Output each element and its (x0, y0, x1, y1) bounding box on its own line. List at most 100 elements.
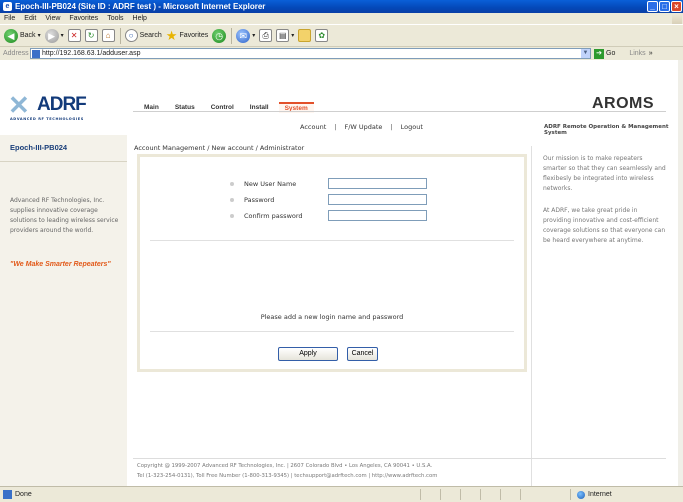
menu-edit[interactable]: Edit (24, 15, 36, 22)
mission-text: Our mission is to make repeaters smarter… (543, 155, 666, 192)
star-icon: ★ (165, 27, 178, 43)
logo-brand: ADRF (37, 94, 87, 115)
favorites-button[interactable]: ★ Favorites (166, 28, 208, 44)
username-input[interactable] (328, 178, 427, 189)
close-button[interactable]: × (671, 1, 682, 12)
forward-button[interactable]: ▶ ▾ (44, 28, 64, 43)
mail-button[interactable]: ✉ ▾ (236, 28, 256, 43)
edit-icon: ▤ (276, 29, 290, 42)
divider (150, 331, 514, 332)
menu-file[interactable]: File (4, 15, 15, 22)
aroms-subtitle: ADRF Remote Operation & Management Syste… (544, 124, 669, 136)
forward-arrow-icon: ▶ (44, 28, 59, 43)
mail-icon: ✉ (236, 28, 251, 43)
username-label: New User Name (244, 179, 297, 188)
printer-icon: ⎙ (259, 29, 273, 42)
back-arrow-icon: ◀ (4, 28, 18, 43)
bullet-icon (230, 213, 234, 218)
new-account-form: New User Name Password Confirm password … (137, 154, 527, 372)
chevron-right-icon[interactable]: » (649, 50, 653, 57)
apply-button[interactable]: Apply (278, 347, 338, 361)
minimize-button[interactable]: _ (647, 1, 658, 12)
aroms-title: AROMS (592, 95, 655, 112)
edit-button[interactable]: ▤ ▾ (276, 29, 294, 42)
back-button[interactable]: ◀ Back ▾ (4, 28, 41, 43)
chevron-down-icon[interactable]: ▼ (581, 49, 590, 58)
divider (150, 240, 514, 241)
address-input[interactable]: http://192.168.63.1/adduser.asp ▼ (30, 48, 591, 59)
messenger-icon: ✿ (315, 29, 329, 42)
security-zone: Internet (570, 489, 612, 500)
address-bar: Address http://192.168.63.1/adduser.asp … (0, 46, 683, 60)
left-panel: Epoch-III-PB024 Advanced RF Technologies… (0, 135, 127, 486)
go-arrow-icon[interactable]: ➔ (594, 48, 604, 59)
history-button[interactable]: ◷ (212, 28, 227, 43)
footer-copyright: Copyright @ 1999-2007 Advanced RF Techno… (137, 463, 433, 469)
history-icon: ◷ (212, 28, 227, 43)
go-button[interactable]: Go (606, 50, 615, 57)
form-row-confirm: Confirm password (230, 210, 427, 221)
browser-toolbar: ◀ Back ▾ ▶ ▾ ✕ ↻ ⌂ ○ Search ★ Favorites … (0, 24, 683, 46)
status-bar: Done Internet (0, 486, 683, 502)
company-slogan: "We Make Smarter Repeaters" (10, 261, 111, 268)
print-button[interactable]: ⎙ (259, 29, 273, 42)
breadcrumb: Account Management / New account / Admin… (134, 144, 305, 152)
confirm-password-label: Confirm password (244, 211, 303, 220)
subnav-fw-update[interactable]: F/W Update (344, 123, 382, 131)
chevron-down-icon: ▾ (37, 33, 41, 39)
subnav-logout[interactable]: Logout (401, 123, 423, 131)
maximize-button[interactable]: □ (659, 1, 670, 12)
refresh-icon: ↻ (84, 29, 98, 42)
address-label: Address (3, 50, 29, 57)
stop-icon: ✕ (67, 29, 81, 42)
menu-help[interactable]: Help (133, 15, 147, 22)
right-column: Our mission is to make repeaters smarter… (531, 146, 666, 486)
subnav-account[interactable]: Account (300, 123, 326, 131)
footer-contact: Tel (1-323-254-0131), Toll Free Number (… (137, 473, 438, 479)
stop-button[interactable]: ✕ (67, 29, 81, 42)
page-done-icon (3, 490, 12, 499)
windows-logo-icon (672, 13, 682, 24)
window-title: Epoch-III-PB024 (Site ID : ADRF test ) -… (15, 2, 266, 11)
site-name: Epoch-III-PB024 (10, 143, 68, 152)
folder-button[interactable] (298, 29, 312, 42)
menu-bar: File Edit View Favorites Tools Help (0, 13, 683, 24)
home-button[interactable]: ⌂ (101, 29, 115, 42)
home-icon: ⌂ (101, 29, 115, 42)
status-text: Done (15, 491, 32, 498)
form-row-password: Password (230, 194, 427, 205)
menu-tools[interactable]: Tools (107, 15, 123, 22)
cancel-button[interactable]: Cancel (347, 347, 378, 361)
zone-text: Internet (588, 491, 612, 498)
bullet-icon (230, 197, 234, 202)
refresh-button[interactable]: ↻ (84, 29, 98, 42)
address-url: http://192.168.63.1/adduser.asp (42, 50, 141, 57)
ie-icon: e (3, 2, 12, 11)
chevron-down-icon: ▾ (291, 33, 295, 39)
page-content: ✕ ADRF ADVANCED RF TECHNOLOGIES Main Sta… (0, 60, 678, 486)
menu-favorites[interactable]: Favorites (69, 15, 98, 22)
chevron-down-icon: ▾ (252, 33, 256, 39)
logo-tagline: ADVANCED RF TECHNOLOGIES (10, 117, 84, 121)
form-row-username: New User Name (230, 178, 427, 189)
globe-icon (577, 490, 585, 499)
links-button[interactable]: Links (629, 50, 645, 57)
search-button[interactable]: ○ Search (124, 29, 162, 42)
vertical-scrollbar[interactable] (678, 60, 683, 486)
messenger-button[interactable]: ✿ (315, 29, 329, 42)
folder-icon (298, 29, 312, 42)
chevron-down-icon: ▾ (60, 33, 64, 39)
password-input[interactable] (328, 194, 427, 205)
company-description: Advanced RF Technologies, Inc. supplies … (10, 197, 119, 234)
pride-text: At ADRF, we take great pride in providin… (543, 207, 666, 244)
confirm-password-input[interactable] (328, 210, 427, 221)
menu-view[interactable]: View (45, 15, 60, 22)
x-logo-mark: ✕ (8, 90, 30, 120)
window-titlebar: e Epoch-III-PB024 (Site ID : ADRF test )… (0, 0, 683, 13)
search-icon: ○ (124, 29, 138, 42)
sub-navigation: Account | F/W Update | Logout (300, 123, 423, 131)
bullet-icon (230, 181, 234, 186)
page-icon (32, 49, 40, 58)
adrf-logo: ✕ ADRF ADVANCED RF TECHNOLOGIES (8, 92, 118, 122)
form-message: Please add a new login name and password (260, 313, 404, 321)
